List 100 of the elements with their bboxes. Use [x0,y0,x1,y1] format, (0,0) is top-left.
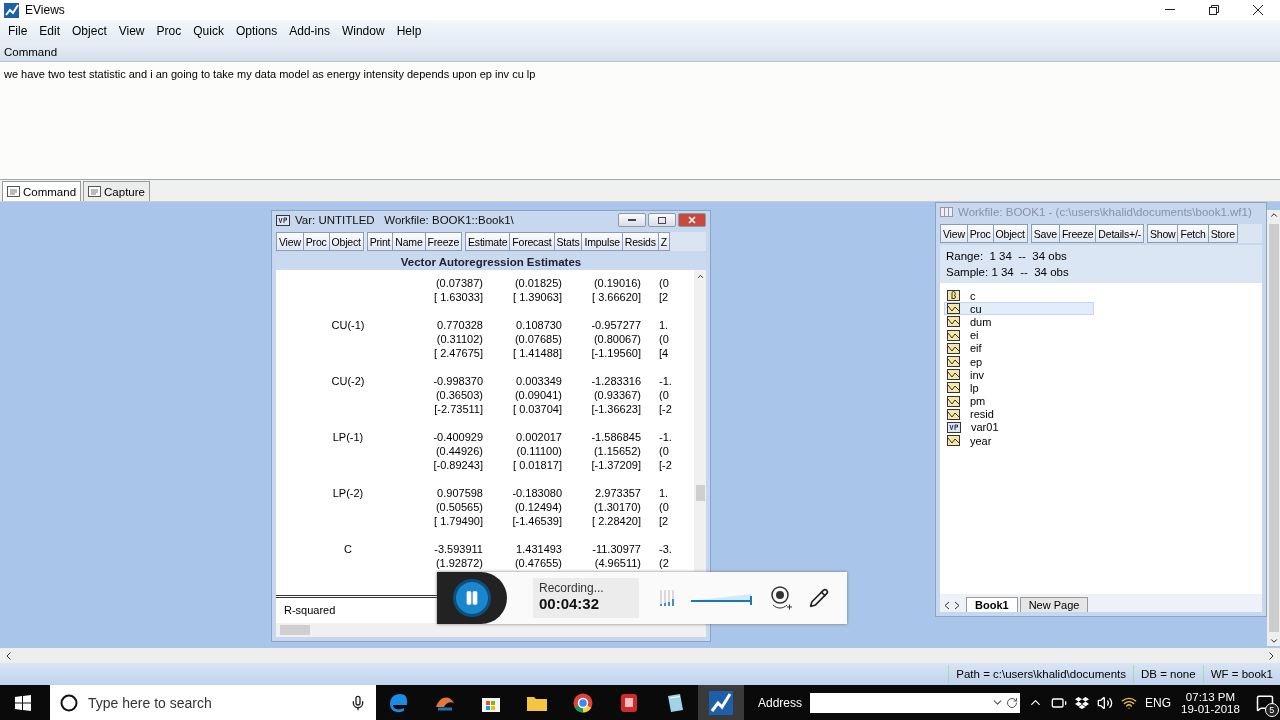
estimate-value: (0.50565) [435,500,483,514]
estimate-value: (0.07387) [435,276,483,290]
toolbar-button[interactable]: Store [1207,224,1238,243]
toolbar-button[interactable]: Freeze [424,232,463,251]
toolbar-button[interactable]: Object [992,224,1028,243]
scroll-right-icon[interactable] [1269,651,1274,660]
menu-item[interactable]: Proc [150,24,188,38]
toolbar-button[interactable]: Details+/- [1095,224,1144,243]
command-field[interactable]: we have two test statistic and i an going to take my data model as energy intensity depends upon ep inv cu lp [0,62,1280,180]
estimate-value: -0.183080 [512,486,562,500]
volume-slider-icon[interactable] [691,591,753,605]
recording-time: 00:04:32 [539,595,601,612]
page-tab[interactable]: Book1 [966,597,1018,612]
menu-item[interactable]: File [2,24,34,38]
language-indicator[interactable]: ENG [1145,695,1172,710]
workfile-object[interactable]: cu [944,302,1094,316]
menu-item[interactable]: Quick [187,24,230,38]
estimate-value: (0.93367) [593,388,641,402]
pane-tab[interactable]: Command [2,181,82,201]
workfile-object[interactable]: ei [944,328,1094,342]
scroll-thumb[interactable] [695,485,705,501]
menu-item[interactable]: View [112,24,151,38]
pause-button[interactable] [453,579,491,617]
estimate-value: -1. [659,430,672,444]
minimize-icon [1165,9,1175,11]
workfile-object[interactable]: resid [944,407,1094,421]
scroll-down-icon[interactable] [1268,636,1279,646]
estimate-value: 1. [659,318,669,332]
clock-date[interactable]: 19-01-2018 [1181,702,1240,715]
workfile-object[interactable]: pm [944,394,1094,408]
window-title: Workfile: BOOK1 - (c:\users\khalid\documents\book1.wf1) [958,206,1252,218]
menu-item[interactable]: Object [66,24,113,38]
horizontal-scrollbar[interactable] [0,648,1280,663]
vertical-scrollbar[interactable] [1267,210,1280,646]
restore-icon [1209,5,1219,15]
refresh-icon[interactable] [1006,696,1019,709]
clock-time[interactable]: 07:13 PM [1185,690,1236,703]
menu-item[interactable]: Options [229,24,284,38]
menu-item[interactable]: Help [390,24,428,38]
workfile-object[interactable]: inv [944,368,1094,382]
estimate-value: -3. [659,542,672,556]
eviews-icon[interactable] [698,685,744,720]
toolbar-button[interactable]: Proc [966,224,994,243]
workfile-object[interactable]: dum [944,315,1094,329]
menu-item[interactable]: Edit [33,24,67,38]
workfile-object[interactable]: ep [944,354,1094,369]
estimate-value: [-1.46539] [512,514,562,528]
microphone-icon[interactable] [350,694,366,711]
estimate-value: (0 [659,276,669,290]
search-field[interactable]: Type here to search [50,685,376,720]
workfile-object[interactable]: var01 [944,420,1094,435]
webcam-icon[interactable] [769,585,793,611]
circle-icon [60,693,78,712]
scroll-left-icon[interactable] [6,651,11,660]
toolbar-button[interactable]: Forecast [509,232,555,251]
pen-icon[interactable] [809,588,829,608]
minimize-button[interactable] [618,213,646,227]
row-label: LP(-2) [332,487,364,499]
toolbar-button[interactable]: Impulse [581,232,623,251]
series-icon [947,329,960,341]
menu-item[interactable]: Window [335,24,391,38]
estimate-value: [ 3.66620] [592,290,641,304]
status-item: WF = book1 [1202,665,1280,683]
estimate-value: -3.593911 [434,542,483,556]
workfile-object[interactable]: year [944,434,1094,448]
pane-tab[interactable]: Capture [83,181,150,201]
toolbar-button[interactable]: View [276,232,304,251]
workfile-object[interactable]: c [944,289,1094,303]
estimate-value: [4 [659,346,669,360]
estimate-value: -11.30977 [592,542,641,556]
row-label: CU(-1) [331,319,365,331]
estimate-value: [ 1.79490] [434,514,483,528]
toolbar-button[interactable]: Resids [621,232,659,251]
estimate-value: (0.47655) [514,556,562,570]
toolbar-button[interactable]: View [940,224,968,243]
address-field[interactable] [810,692,1021,713]
toolbar-button[interactable]: Show [1147,224,1179,243]
toolbar-button[interactable]: Name [392,232,426,251]
toolbar-button[interactable]: Freeze [1058,224,1097,243]
toolbar-button[interactable]: Proc [302,232,330,251]
workfile-object[interactable]: lp [944,381,1094,395]
scroll-up-icon[interactable] [1268,210,1279,220]
toolbar-button[interactable]: Save [1030,224,1060,243]
toolbar-button[interactable]: Print [366,232,394,251]
horizontal-scrollbar[interactable] [276,623,706,637]
workfile-object[interactable]: eif [944,341,1094,355]
volume-icon[interactable] [1097,694,1114,711]
estimate-value: -1.586845 [591,430,641,444]
toolbar-button[interactable]: Object [328,232,364,251]
dropbox-icon[interactable] [1075,696,1090,709]
scroll-up-icon[interactable] [695,272,705,281]
estimate-value: [-2 [659,402,672,416]
maximize-button[interactable] [648,213,676,227]
notification-button[interactable]: 5 [1249,687,1280,718]
menu-item[interactable]: Add-ins [283,24,336,38]
scroll-arrows-icon[interactable] [944,600,960,612]
page-tab[interactable]: New Page [1019,597,1089,612]
toolbar-button[interactable]: Fetch [1177,224,1209,243]
toolbar-button[interactable]: Estimate [465,232,511,251]
estimate-value: -0.400929 [433,430,483,444]
